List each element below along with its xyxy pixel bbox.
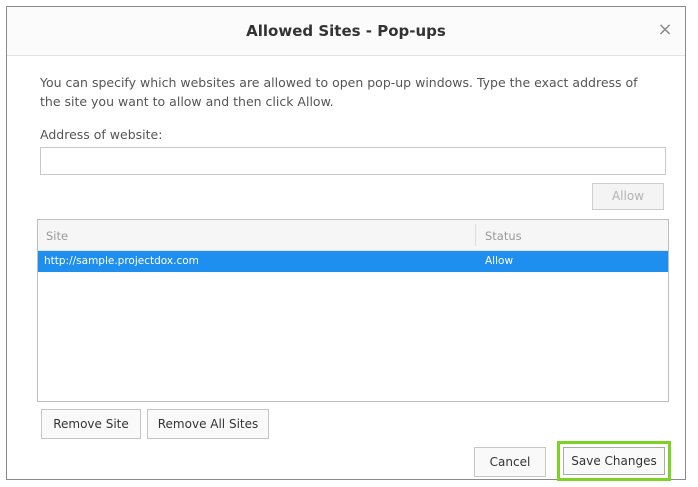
- save-changes-highlight: Save Changes: [557, 441, 671, 481]
- column-header-site[interactable]: Site: [46, 229, 68, 243]
- column-divider[interactable]: [475, 224, 476, 246]
- address-label: Address of website:: [40, 127, 163, 142]
- column-header-status[interactable]: Status: [485, 229, 522, 243]
- sites-table: Site Status http://sample.projectdox.com…: [37, 219, 669, 402]
- close-icon[interactable]: ×: [655, 20, 675, 40]
- dialog-title: Allowed Sites - Pop-ups: [246, 22, 446, 40]
- remove-all-sites-button[interactable]: Remove All Sites: [147, 409, 269, 439]
- table-row[interactable]: http://sample.projectdox.com Allow: [38, 251, 668, 272]
- cancel-button[interactable]: Cancel: [474, 447, 546, 477]
- table-header: Site Status: [38, 220, 668, 251]
- remove-site-button[interactable]: Remove Site: [41, 409, 141, 439]
- site-cell: http://sample.projectdox.com: [44, 255, 199, 267]
- dialog-titlebar: Allowed Sites - Pop-ups ×: [7, 7, 685, 56]
- allow-button[interactable]: Allow: [592, 183, 664, 210]
- allowed-sites-dialog: Allowed Sites - Pop-ups × You can specif…: [6, 6, 686, 481]
- status-cell: Allow: [485, 255, 514, 267]
- address-input[interactable]: [40, 147, 666, 175]
- save-changes-button[interactable]: Save Changes: [563, 447, 665, 475]
- dialog-description: You can specify which websites are allow…: [40, 75, 638, 109]
